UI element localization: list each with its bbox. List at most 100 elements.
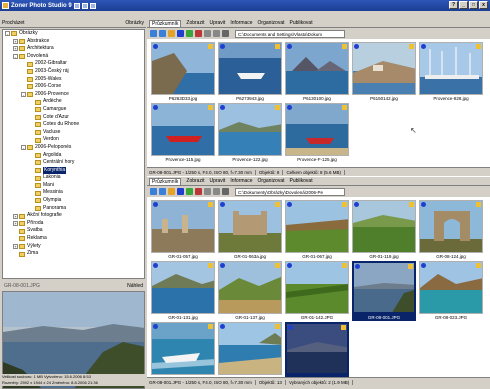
tab-0[interactable]: Průzkumník [149, 19, 182, 27]
tree-item[interactable]: Verdon [3, 136, 144, 144]
tree-item[interactable]: + Příroda [3, 220, 144, 228]
preview-mode-dropdown[interactable]: Náhled [127, 283, 143, 289]
tree-item[interactable]: + Abstrakce [3, 38, 144, 46]
help-button[interactable]: ? [449, 1, 458, 9]
sort-icon[interactable] [213, 188, 220, 195]
info-icon[interactable] [177, 30, 184, 37]
tree-item[interactable]: - 2006-Provence [3, 91, 144, 99]
tree-item[interactable]: 2005-Wales [3, 76, 144, 84]
settings-icon[interactable] [89, 2, 96, 9]
tab-3[interactable]: Informace [230, 20, 252, 26]
tree-item[interactable]: Lakonia [3, 174, 144, 182]
tree-item[interactable]: Mani [3, 182, 144, 190]
tab-4[interactable]: Organizovat [258, 20, 285, 26]
tab-1[interactable]: Zobrazit [186, 178, 204, 184]
thumbnail-item[interactable]: P6273943.jpg [218, 42, 282, 103]
tree-item[interactable]: Messinia [3, 189, 144, 197]
thumbnail-item[interactable]: GR-08-023.JPG [419, 261, 483, 322]
tree-item[interactable]: Ardèche [3, 98, 144, 106]
thumbnail-item[interactable]: GR-01-067.jpg [285, 200, 349, 261]
info-icon[interactable] [177, 188, 184, 195]
tree-item[interactable]: 2003-Český ráj [3, 68, 144, 76]
up-folder-icon[interactable] [168, 30, 175, 37]
thumbnail-item[interactable]: Provence-828.jpg [419, 42, 483, 103]
thumbnail-item[interactable]: Provence-122.jpg [218, 103, 282, 164]
tree-item[interactable]: Vacluse [3, 129, 144, 137]
tree-item[interactable]: Centrální hory [3, 159, 144, 167]
sort-icon[interactable] [213, 30, 220, 37]
filter-icon[interactable] [222, 188, 229, 195]
tree-item[interactable]: + Architektura [3, 45, 144, 53]
tab-3[interactable]: Informace [230, 178, 252, 184]
tree-item[interactable]: + Výlety [3, 243, 144, 251]
delete-icon[interactable] [195, 30, 202, 37]
up-folder-icon[interactable] [168, 188, 175, 195]
tab-5[interactable]: Publikovat [290, 178, 313, 184]
tree-item[interactable]: Reklama [3, 235, 144, 243]
thumbnail-item[interactable]: GR-01-142.JPG [285, 261, 349, 322]
browse-label[interactable]: Procházet [2, 20, 125, 26]
back-icon[interactable] [150, 30, 157, 37]
expand-toggle-icon[interactable]: - [21, 145, 26, 151]
tree-item[interactable]: Camargue [3, 106, 144, 114]
view-icon[interactable] [204, 188, 211, 195]
expand-toggle-icon[interactable]: + [13, 221, 18, 227]
home-icon[interactable] [73, 2, 80, 9]
thumbnail-item[interactable]: Provence-F-125.jpg [285, 103, 349, 164]
tab-1[interactable]: Zobrazit [186, 20, 204, 26]
thumbnail-item[interactable]: GR-01-057.jpg [151, 200, 215, 261]
forward-icon[interactable] [159, 30, 166, 37]
view-dropdown[interactable]: Obrázky [125, 20, 144, 26]
delete-icon[interactable] [195, 188, 202, 195]
tree-item[interactable]: Panorama [3, 205, 144, 213]
thumbnail-item[interactable]: Provence-115.jpg [151, 103, 215, 164]
thumbnail-item[interactable]: GR-01-131.jpg [151, 261, 215, 322]
expand-toggle-icon[interactable]: - [5, 31, 10, 37]
thumbnail-item[interactable]: GR-01-063a.jpg [218, 200, 282, 261]
top-address-bar[interactable]: C:\Documents and Settings\Vlasta\Dokum [235, 29, 345, 38]
tree-item[interactable]: - Dovolená [3, 53, 144, 61]
thumbnail-item[interactable]: P6130100.jpg [285, 42, 349, 103]
tree-item[interactable]: 2006-Corse [3, 83, 144, 91]
view-icon[interactable] [204, 30, 211, 37]
expand-toggle-icon[interactable]: + [13, 46, 18, 52]
tree-item[interactable]: Cotes du Rhone [3, 121, 144, 129]
tab-2[interactable]: Upravit [209, 178, 225, 184]
close-button[interactable]: x [479, 1, 488, 9]
thumbnail-item[interactable]: GR-08-001.JPG [352, 261, 416, 322]
tree-item[interactable]: - Obrázky [3, 30, 144, 38]
thumbnail-item[interactable]: GR-08-052.JPG [285, 322, 349, 377]
thumbnail-item[interactable]: GR-01-119.jpg [352, 200, 416, 261]
thumbnail-item[interactable]: GR-08-044.JPG [218, 322, 282, 377]
back-icon[interactable] [150, 188, 157, 195]
expand-toggle-icon[interactable]: - [21, 92, 26, 98]
tree-item[interactable]: Svatba [3, 227, 144, 235]
thumbnail-item[interactable]: P6150142.jpg [352, 42, 416, 103]
tree-item[interactable]: 2002-Gibraltar [3, 60, 144, 68]
refresh-icon[interactable] [186, 30, 193, 37]
refresh-icon[interactable] [186, 188, 193, 195]
filter-icon[interactable] [222, 30, 229, 37]
tab-0[interactable]: Průzkumník [149, 177, 182, 185]
thumbnail-item[interactable]: P6263D33.jpg [151, 42, 215, 103]
thumbnail-item[interactable]: GR-08-124.jpg [419, 200, 483, 261]
tab-2[interactable]: Upravit [209, 20, 225, 26]
thumbnail-item[interactable]: GR-08-026.JPG [151, 322, 215, 377]
expand-toggle-icon[interactable]: + [13, 38, 18, 44]
tree-item[interactable]: Zima [3, 250, 144, 258]
bottom-address-bar[interactable]: C:\Dokumenty\Obrázky\Dovolená\2006-Pe [235, 187, 345, 196]
save-icon[interactable] [81, 2, 88, 9]
tree-item[interactable]: - 2006-Peloponés [3, 144, 144, 152]
minimize-button[interactable]: _ [459, 1, 468, 9]
tree-item[interactable]: Argolida [3, 152, 144, 160]
tree-item[interactable]: Olympia [3, 197, 144, 205]
tab-4[interactable]: Organizovat [258, 178, 285, 184]
thumbnail-item[interactable]: GR-01-137.jpg [218, 261, 282, 322]
tree-item[interactable]: Cote d'Azur [3, 114, 144, 122]
folder-tree[interactable]: - Obrázky + Abstrakce + Architektura - Dovolená… [2, 29, 145, 279]
tree-item[interactable]: Korynthia [3, 166, 144, 175]
expand-toggle-icon[interactable]: + [13, 243, 18, 249]
expand-toggle-icon[interactable]: - [13, 54, 18, 60]
expand-toggle-icon[interactable]: + [13, 213, 18, 219]
tree-item[interactable]: + Akční fotografie [3, 212, 144, 220]
